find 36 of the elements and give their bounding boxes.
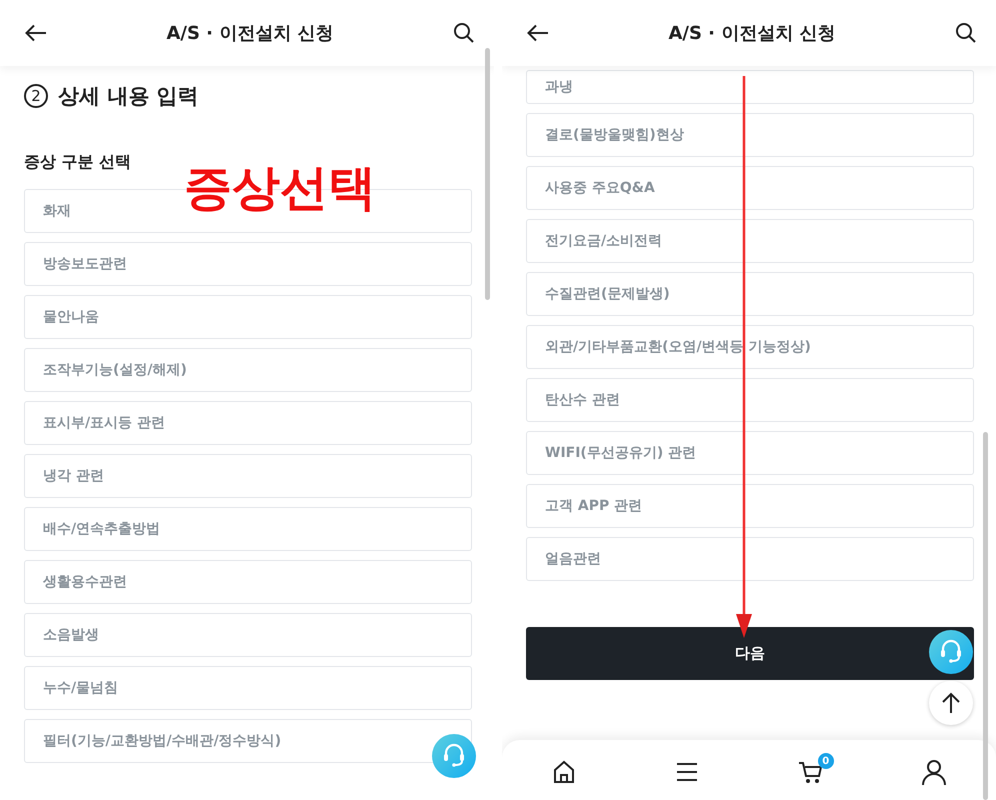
next-button[interactable]: 다음: [526, 627, 974, 680]
arrow-up-icon: [941, 692, 961, 714]
step-number: 2: [24, 84, 48, 108]
symptom-option[interactable]: 결로(물방울맺힘)현상: [526, 113, 974, 157]
symptom-option[interactable]: 냉각 관련: [24, 454, 472, 498]
symptom-option[interactable]: 전기요금/소비전력: [526, 219, 974, 263]
symptom-option[interactable]: 고객 APP 관련: [526, 484, 974, 528]
cart-icon[interactable]: [798, 759, 824, 785]
search-icon[interactable]: [954, 21, 978, 45]
cart-count-badge: 0: [818, 753, 834, 769]
symptom-option[interactable]: 배수/연속추출방법: [24, 507, 472, 551]
symptom-option[interactable]: 생활용수관련: [24, 560, 472, 604]
headset-icon: [939, 639, 963, 665]
scroll-top-button[interactable]: [929, 681, 973, 725]
symptom-option[interactable]: 탄산수 관련: [526, 378, 974, 422]
symptom-option[interactable]: 필터(기능/교환방법/수배관/정수방식): [24, 719, 472, 763]
field-label: 증상 구분 선택: [24, 152, 132, 173]
symptom-option[interactable]: 물안나움: [24, 295, 472, 339]
search-icon[interactable]: [452, 21, 476, 45]
symptom-option[interactable]: 사용중 주요Q&A: [526, 166, 974, 210]
symptom-option[interactable]: 방송보도관련: [24, 242, 472, 286]
profile-icon[interactable]: [921, 759, 948, 785]
symptom-option[interactable]: 표시부/표시등 관련: [24, 401, 472, 445]
page-title: A/S · 이전설치 신청: [668, 22, 836, 45]
symptom-option[interactable]: WIFI(무선공유기) 관련: [526, 431, 974, 475]
symptom-option[interactable]: 수질관련(문제발생): [526, 272, 974, 316]
symptom-option[interactable]: 조작부기능(설정/해제): [24, 348, 472, 392]
scrollbar[interactable]: [485, 48, 490, 300]
scrollbar[interactable]: [983, 432, 988, 800]
page-title: A/S · 이전설치 신청: [166, 22, 334, 45]
symptom-option[interactable]: 누수/물넘침: [24, 666, 472, 710]
symptom-option[interactable]: 얼음관련: [526, 537, 974, 581]
symptom-option[interactable]: 소음발생: [24, 613, 472, 657]
symptom-option[interactable]: 과냉: [526, 70, 974, 104]
section-title: 상세 내용 입력: [58, 83, 199, 110]
headset-icon: [442, 743, 466, 769]
